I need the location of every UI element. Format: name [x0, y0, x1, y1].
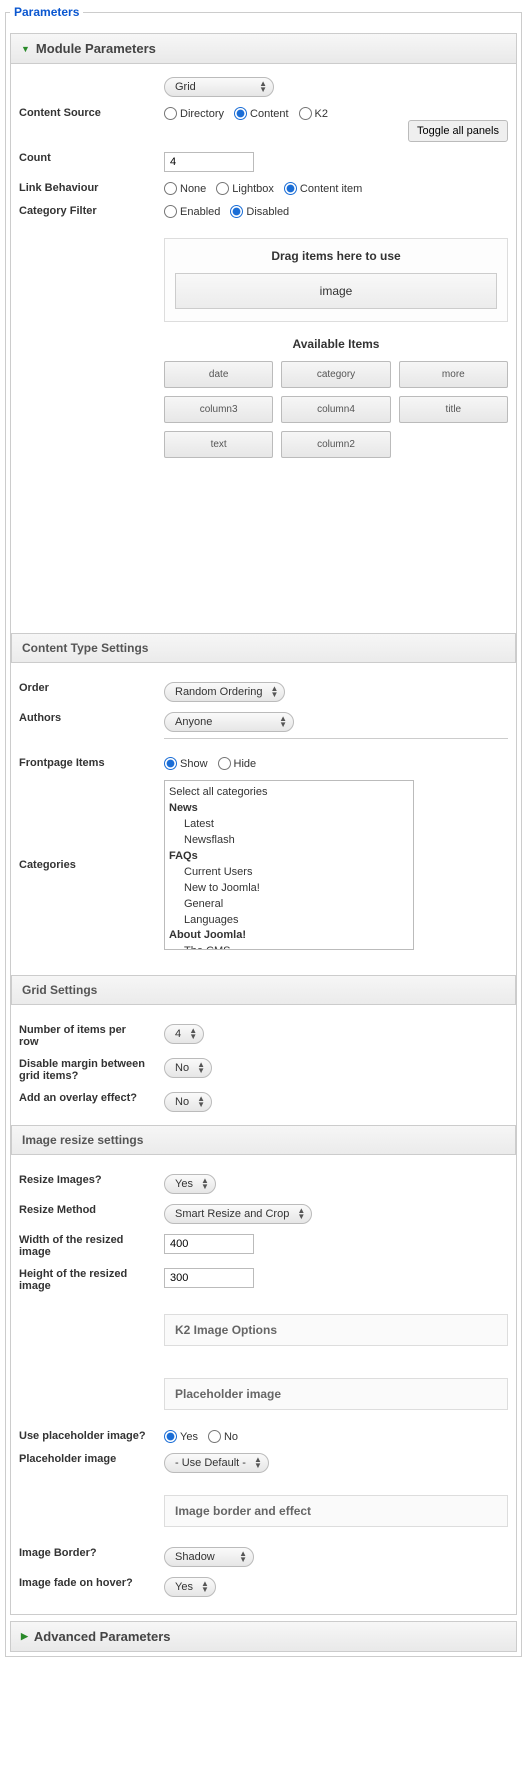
placeholder-image-subpanel[interactable]: Placeholder image — [164, 1378, 508, 1410]
image-fade-select[interactable]: Yes▲▼ — [164, 1577, 216, 1597]
radio-disabled[interactable]: Disabled — [230, 205, 289, 218]
module-parameters-header[interactable]: ▼ Module Parameters — [10, 33, 517, 64]
triangle-right-icon: ▶ — [21, 1631, 28, 1642]
image-border-effect-subpanel[interactable]: Image border and effect — [164, 1495, 508, 1527]
available-item[interactable]: column4 — [281, 396, 390, 423]
radio-k2[interactable]: K2 — [299, 107, 328, 120]
parameters-fieldset: Parameters ▼ Module Parameters Grid ▲▼ C… — [5, 5, 522, 1657]
k2-image-options-subpanel[interactable]: K2 Image Options — [164, 1314, 508, 1346]
resize-method-label: Resize Method — [11, 1199, 156, 1229]
radio-yes-placeholder[interactable]: Yes — [164, 1430, 198, 1443]
overlay-select[interactable]: No▲▼ — [164, 1092, 212, 1112]
image-border-label: Image Border? — [11, 1542, 156, 1572]
available-item[interactable]: more — [399, 361, 508, 388]
radio-none[interactable]: None — [164, 182, 206, 195]
radio-hide[interactable]: Hide — [218, 757, 257, 770]
category-filter-label: Category Filter — [11, 200, 156, 223]
radio-no-placeholder[interactable]: No — [208, 1430, 238, 1443]
items-per-row-select[interactable]: 4▲▼ — [164, 1024, 204, 1044]
height-input[interactable] — [164, 1268, 254, 1288]
module-parameters-title: Module Parameters — [36, 41, 156, 56]
authors-label: Authors — [11, 707, 156, 752]
resize-method-select[interactable]: Smart Resize and Crop▲▼ — [164, 1204, 312, 1224]
fieldset-legend: Parameters — [10, 5, 83, 19]
radio-enabled[interactable]: Enabled — [164, 205, 220, 218]
overlay-label: Add an overlay effect? — [11, 1087, 156, 1117]
grid-settings-header: Grid Settings — [11, 975, 516, 1005]
link-behaviour-label: Link Behaviour — [11, 177, 156, 200]
content-type-header: Content Type Settings — [11, 633, 516, 663]
order-select[interactable]: Random Ordering▲▼ — [164, 682, 285, 702]
resize-images-label: Resize Images? — [11, 1169, 156, 1199]
content-source-radios: Directory Content K2 — [164, 107, 508, 120]
available-item[interactable]: category — [281, 361, 390, 388]
advanced-parameters-header[interactable]: ▶ Advanced Parameters — [10, 1621, 517, 1652]
frontpage-items-label: Frontpage Items — [11, 752, 156, 775]
category-option[interactable]: Latest — [169, 817, 409, 833]
category-option[interactable]: New to Joomla! — [169, 881, 409, 897]
layout-select[interactable]: Grid ▲▼ — [164, 77, 274, 97]
toggle-all-panels-button[interactable]: Toggle all panels — [408, 120, 508, 142]
content-source-label: Content Source — [11, 102, 156, 147]
available-item[interactable]: column3 — [164, 396, 273, 423]
radio-content[interactable]: Content — [234, 107, 289, 120]
available-item[interactable]: column2 — [281, 431, 390, 458]
radio-content-item[interactable]: Content item — [284, 182, 362, 195]
category-option[interactable]: Languages — [169, 913, 409, 929]
image-resize-header: Image resize settings — [11, 1125, 516, 1155]
available-items-grid: date category more column3 column4 title textc… — [164, 361, 508, 468]
image-fade-label: Image fade on hover? — [11, 1572, 156, 1602]
category-option[interactable]: FAQs — [169, 849, 409, 865]
available-item[interactable]: date — [164, 361, 273, 388]
categories-label: Categories — [11, 775, 156, 955]
order-label: Order — [11, 677, 156, 707]
advanced-parameters-title: Advanced Parameters — [34, 1629, 171, 1644]
placeholder-image-select[interactable]: - Use Default -▲▼ — [164, 1453, 269, 1473]
category-option[interactable]: The CMS — [169, 944, 409, 950]
categories-listbox[interactable]: Select all categoriesNewsLatestNewsflash… — [164, 780, 414, 950]
image-border-select[interactable]: Shadow▲▼ — [164, 1547, 254, 1567]
available-item[interactable]: text — [164, 431, 273, 458]
available-items-title: Available Items — [164, 327, 508, 361]
available-item[interactable]: title — [399, 396, 508, 423]
drag-title: Drag items here to use — [165, 239, 507, 273]
category-option[interactable]: About Joomla! — [169, 928, 409, 944]
width-input[interactable] — [164, 1234, 254, 1254]
use-placeholder-label: Use placeholder image? — [11, 1425, 156, 1448]
disable-margin-label: Disable margin between grid items? — [11, 1053, 156, 1087]
category-option[interactable]: Select all categories — [169, 785, 409, 801]
width-resized-label: Width of the resized image — [11, 1229, 156, 1263]
drag-slot-item[interactable]: image — [175, 273, 497, 309]
radio-directory[interactable]: Directory — [164, 107, 224, 120]
category-option[interactable]: News — [169, 801, 409, 817]
category-option[interactable]: Current Users — [169, 865, 409, 881]
count-label: Count — [11, 147, 156, 177]
authors-select[interactable]: Anyone▲▼ — [164, 712, 294, 732]
count-input[interactable] — [164, 152, 254, 172]
radio-lightbox[interactable]: Lightbox — [216, 182, 274, 195]
disable-margin-select[interactable]: No▲▼ — [164, 1058, 212, 1078]
drag-target-box[interactable]: Drag items here to use image — [164, 238, 508, 322]
select-arrows-icon: ▲▼ — [259, 81, 267, 93]
category-option[interactable]: Newsflash — [169, 833, 409, 849]
placeholder-image-label: Placeholder image — [11, 1448, 156, 1478]
items-per-row-label: Number of items per row — [11, 1019, 156, 1053]
radio-show[interactable]: Show — [164, 757, 208, 770]
resize-images-select[interactable]: Yes▲▼ — [164, 1174, 216, 1194]
triangle-down-icon: ▼ — [21, 44, 30, 54]
module-parameters-body: Grid ▲▼ Content Source Directory Content… — [10, 64, 517, 1615]
height-resized-label: Height of the resized image — [11, 1263, 156, 1297]
category-option[interactable]: General — [169, 897, 409, 913]
